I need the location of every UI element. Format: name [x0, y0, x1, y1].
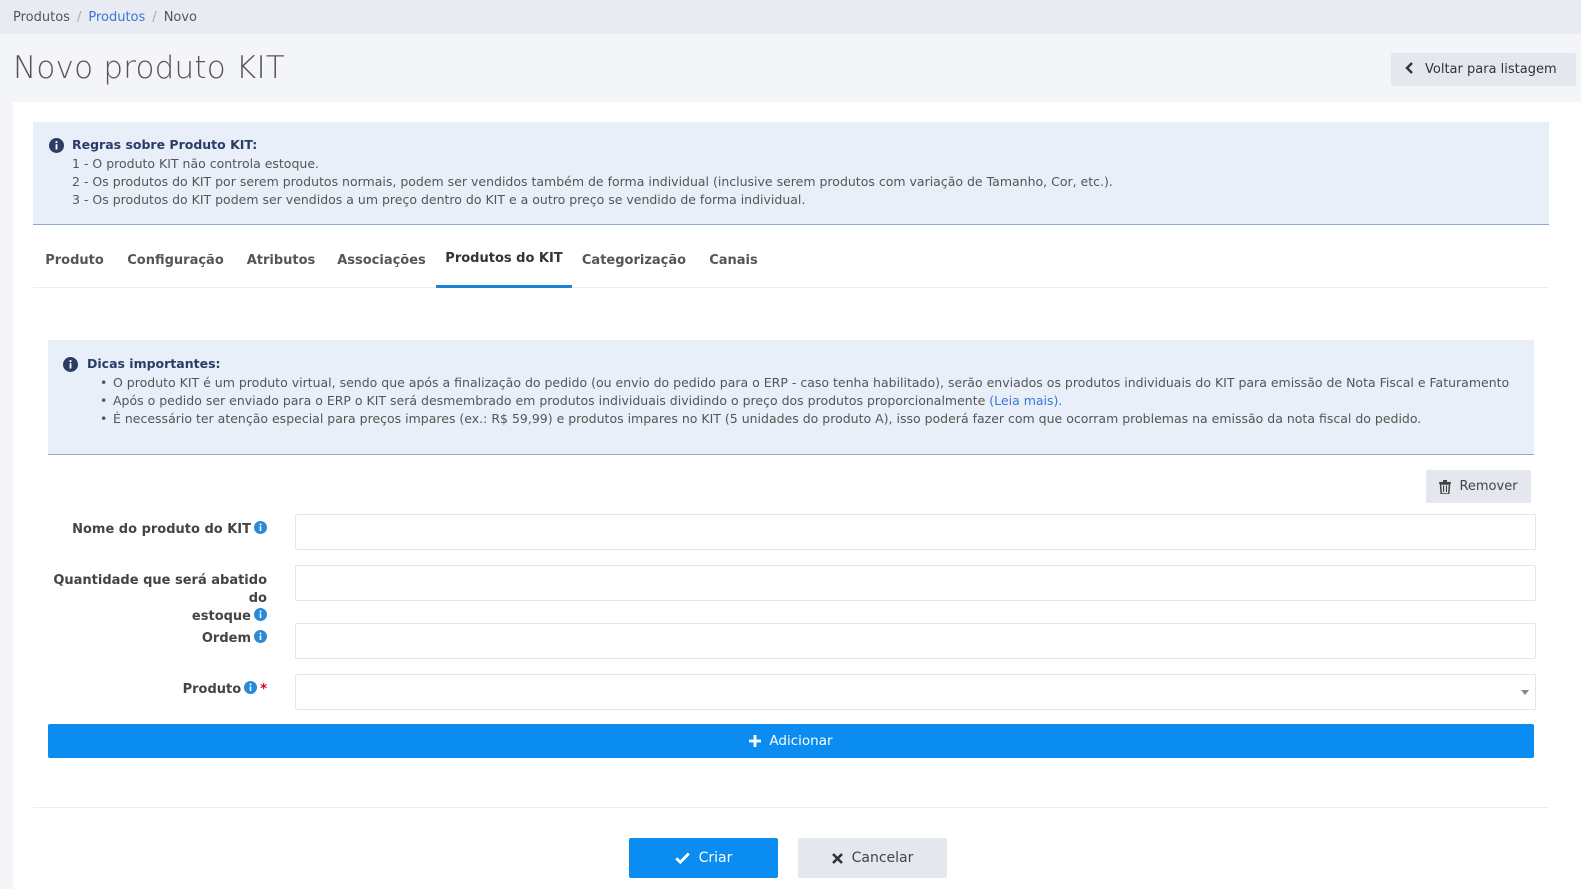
kit-product-name-label-text: Nome do produto do KIT — [72, 522, 251, 537]
breadcrumb-separator: / — [152, 9, 157, 25]
cancel-button[interactable]: Cancelar — [798, 838, 947, 878]
tab-categorizacao[interactable]: Categorização — [572, 232, 696, 288]
product-select[interactable] — [295, 674, 1536, 710]
important-tips-alert: Dicas importantes: O produto KIT é um pr… — [48, 340, 1534, 455]
tab-produto[interactable]: Produto — [33, 232, 116, 288]
breadcrumb-item-root: Produtos — [13, 9, 70, 25]
tab-associacoes[interactable]: Associações — [327, 232, 436, 288]
stock-quantity-label-line2: estoque — [191, 609, 251, 624]
tip-bullet-2: Após o pedido ser enviado para o ERP o K… — [100, 393, 1063, 408]
kit-rule-2: 2 - Os produtos do KIT por serem produto… — [72, 174, 1113, 189]
info-circle-icon[interactable] — [244, 681, 258, 700]
create-label: Criar — [698, 850, 733, 866]
breadcrumb-separator: / — [76, 9, 82, 25]
tab-configuracao[interactable]: Configuração — [116, 232, 235, 288]
info-circle-icon — [49, 138, 64, 156]
breadcrumb-item-current: Novo — [163, 9, 198, 25]
plus-icon — [749, 735, 762, 747]
add-label: Adicionar — [769, 733, 833, 749]
remove-label: Remover — [1459, 479, 1518, 494]
trash-icon — [1439, 479, 1452, 494]
back-to-list-button[interactable]: Voltar para listagem — [1391, 53, 1576, 86]
product-tabs: Produto Configuração Atributos Associaçõ… — [33, 232, 1549, 288]
kit-rule-3: 3 - Os produtos do KIT podem ser vendido… — [72, 192, 806, 207]
breadcrumb: Produtos / Produtos / Novo — [0, 0, 1581, 34]
kit-rules-alert: Regras sobre Produto KIT: 1 - O produto … — [33, 122, 1549, 225]
form-card: Regras sobre Produto KIT: 1 - O produto … — [13, 102, 1581, 889]
kit-product-name-input[interactable] — [295, 514, 1536, 550]
stock-quantity-label: Quantidade que será abatido do estoque — [33, 572, 267, 627]
remove-button[interactable]: Remover — [1426, 470, 1531, 503]
order-label: Ordem — [33, 630, 267, 649]
create-button[interactable]: Criar — [629, 838, 778, 878]
order-label-text: Ordem — [201, 631, 251, 646]
stock-quantity-input[interactable] — [295, 565, 1536, 601]
caret-down-icon — [1521, 690, 1529, 695]
chevron-left-icon — [1405, 61, 1415, 78]
tab-canais[interactable]: Canais — [696, 232, 771, 288]
kit-rules-title: Regras sobre Produto KIT: — [72, 137, 258, 152]
back-to-list-label: Voltar para listagem — [1425, 62, 1557, 77]
page-title: Novo produto KIT — [13, 50, 285, 86]
order-input[interactable] — [295, 623, 1536, 659]
info-circle-icon — [63, 357, 78, 375]
tip-bullet-2-end: . — [1058, 393, 1063, 408]
breadcrumb-item-produtos-link[interactable]: Produtos — [88, 10, 145, 25]
info-circle-icon[interactable] — [254, 608, 267, 627]
divider — [33, 807, 1549, 808]
tip-bullet-1: O produto KIT é um produto virtual, send… — [100, 375, 1509, 390]
info-circle-icon[interactable] — [254, 521, 267, 540]
tips-title: Dicas importantes: — [87, 356, 221, 371]
check-icon — [674, 852, 690, 864]
cancel-label: Cancelar — [851, 850, 914, 866]
info-circle-icon[interactable] — [254, 630, 267, 649]
product-label-text: Produto — [182, 682, 242, 697]
required-asterisk: * — [260, 682, 267, 697]
tab-produtos-do-kit[interactable]: Produtos do KIT — [436, 232, 572, 288]
kit-product-name-label: Nome do produto do KIT — [33, 521, 267, 540]
read-more-link[interactable]: (Leia mais) — [989, 393, 1058, 408]
add-button[interactable]: Adicionar — [48, 724, 1534, 758]
product-label: Produto * — [33, 681, 267, 700]
tip-bullet-2-text: Após o pedido ser enviado para o ERP o K… — [113, 393, 986, 408]
times-icon — [831, 852, 843, 864]
tab-atributos[interactable]: Atributos — [235, 232, 327, 288]
stock-quantity-label-line1: Quantidade que será abatido do — [53, 573, 267, 606]
tip-bullet-3: É necessário ter atenção especial para p… — [100, 411, 1421, 426]
kit-rule-1: 1 - O produto KIT não controla estoque. — [72, 156, 319, 171]
